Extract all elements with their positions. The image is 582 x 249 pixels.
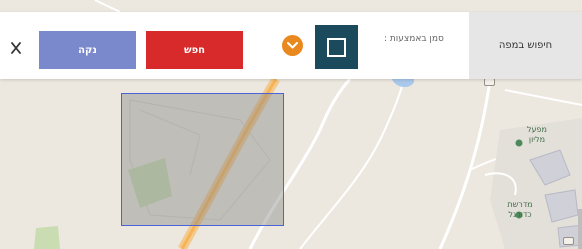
green-field (34, 226, 60, 249)
route-shield-icon (563, 237, 574, 245)
map-label-school: מדרשת כדורגל (507, 200, 533, 219)
square-icon (327, 37, 346, 57)
chevron-down-icon (287, 42, 298, 49)
clear-button-label: נקה (78, 44, 97, 56)
mark-with-label: סמן באמצעות : (384, 34, 444, 44)
search-button[interactable]: חפש (146, 31, 243, 69)
map-label-factory: מפעל מליון (527, 125, 547, 144)
shape-dropdown-button[interactable] (282, 35, 303, 56)
toolbar-title-text: חיפוש במפה (498, 40, 553, 51)
toolbar-title: חיפוש במפה (469, 12, 582, 79)
scrollbar-thumb[interactable] (578, 209, 582, 249)
draw-square-button[interactable] (315, 25, 358, 69)
route-shield-icon (484, 78, 495, 86)
clear-button[interactable]: נקה (39, 31, 136, 69)
search-button-label: חפש (183, 44, 206, 56)
close-icon (11, 42, 21, 54)
close-button[interactable] (6, 37, 26, 59)
selection-rectangle[interactable] (121, 93, 284, 226)
